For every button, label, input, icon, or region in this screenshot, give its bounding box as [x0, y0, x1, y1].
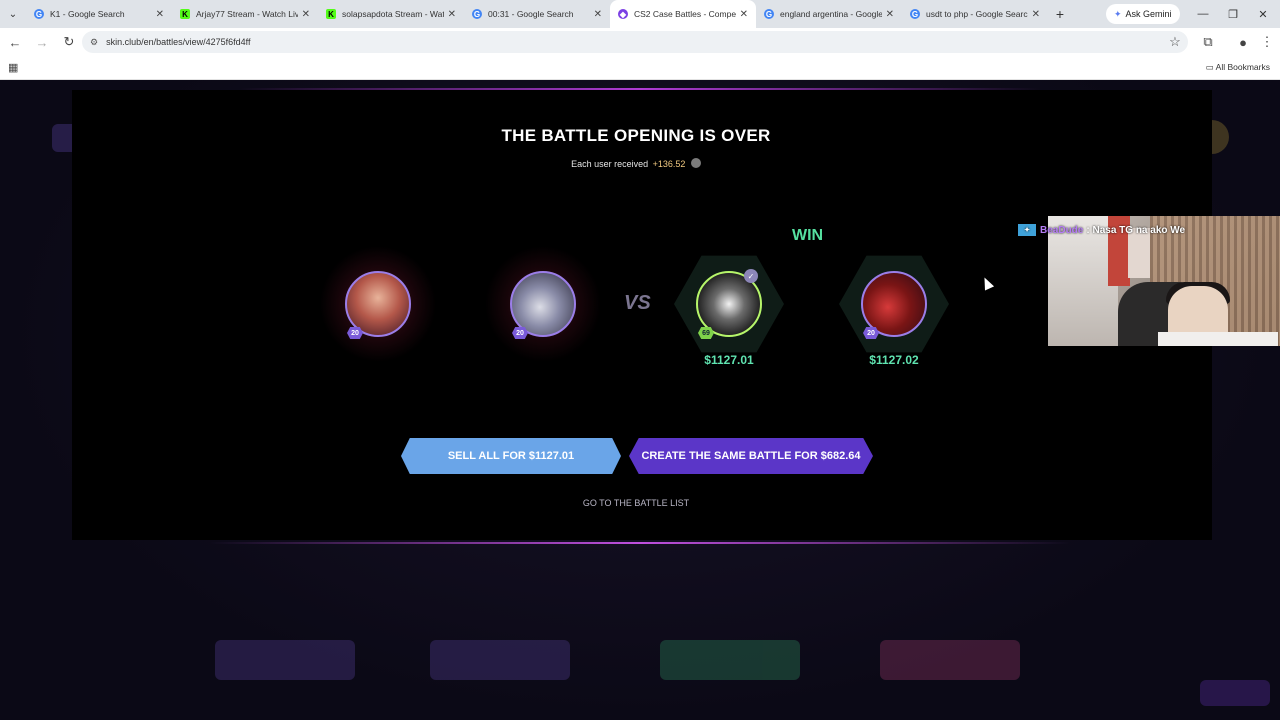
level-badge: 20	[512, 327, 528, 339]
tab-title: K1 - Google Search	[50, 9, 125, 19]
tab-title: solapsapdota Stream - Watch	[342, 9, 444, 19]
close-icon[interactable]: ✕	[302, 9, 310, 20]
modal-bottom-glow	[210, 542, 1070, 544]
browser-tab[interactable]: G england argentina - Google ✕	[756, 0, 902, 28]
ask-gemini-label: Ask Gemini	[1125, 9, 1172, 19]
tab-title: CS2 Case Battles - Compete	[634, 9, 736, 19]
coin-icon	[690, 158, 701, 168]
create-same-battle-button[interactable]: CREATE THE SAME BATTLE FOR $682.64	[629, 438, 873, 474]
close-icon[interactable]: ✕	[1032, 9, 1040, 20]
profile-avatar[interactable]: ●	[1231, 30, 1255, 54]
close-icon[interactable]: ✕	[886, 9, 894, 20]
reload-icon[interactable]: ↻	[57, 30, 81, 54]
battle-over-title: THE BATTLE OPENING IS OVER	[501, 126, 771, 145]
battle-received-text: Each user received +136.52	[0, 158, 1272, 169]
received-amount: +136.52	[652, 159, 686, 169]
tab-search-icon[interactable]: ⌄	[0, 0, 26, 28]
browser-tab-bar: ⌄ G K1 - Google Search ✕ K Arjay77 Strea…	[0, 0, 1280, 28]
tab-title: england argentina - Google	[780, 9, 882, 19]
tab-title: usdt to php - Google Search	[926, 9, 1028, 19]
google-g-icon: G	[472, 9, 482, 19]
level-badge: 69	[698, 327, 714, 339]
apps-grid-icon[interactable]: ▦	[8, 61, 18, 74]
kick-k-icon: K	[326, 9, 336, 19]
bookmarks-bar: ▦ ▭ All Bookmarks	[0, 56, 1280, 80]
player-avatar[interactable]: 20	[315, 241, 441, 367]
url-text: skin.club/en/battles/view/4275f6fd4ff	[106, 37, 251, 47]
forward-icon[interactable]: →	[30, 30, 54, 54]
close-icon[interactable]: ✕	[156, 9, 164, 20]
browser-tab[interactable]: K Arjay77 Stream - Watch Live ✕	[172, 0, 318, 28]
google-g-icon: G	[34, 9, 44, 19]
verified-check-icon: ✓	[744, 269, 758, 283]
win-label: WIN	[792, 227, 824, 244]
bookmark-star-icon[interactable]: ☆	[1163, 30, 1187, 54]
browser-tab[interactable]: G usdt to php - Google Search ✕	[902, 0, 1048, 28]
browser-tab[interactable]: G K1 - Google Search ✕	[26, 0, 172, 28]
close-icon[interactable]: ✕	[594, 9, 602, 20]
menu-kebab-icon[interactable]: ⋮	[1255, 30, 1279, 54]
close-icon[interactable]: ✕	[448, 9, 456, 20]
window-close-icon[interactable]: ✕	[1248, 0, 1278, 28]
chat-username: BeaDude	[1040, 224, 1084, 236]
extensions-icon[interactable]: ⧉	[1196, 30, 1220, 54]
recent-drops-blurred	[0, 630, 1280, 720]
address-bar: ← → ↻ ⚙ skin.club/en/battles/view/4275f6…	[0, 28, 1280, 56]
new-tab-button[interactable]: +	[1048, 6, 1072, 22]
google-g-icon: G	[910, 9, 920, 19]
stream-chat-message: ✦ BeaDude : Nasa TG na ako We	[1018, 222, 1185, 238]
player-prize: $1127.01	[704, 353, 754, 367]
vs-label: VS	[624, 292, 651, 314]
back-icon[interactable]: ←	[3, 30, 27, 54]
player-avatar-winner[interactable]: 69 ✓	[674, 255, 784, 353]
google-g-icon: G	[764, 9, 774, 19]
go-to-battle-list-link[interactable]: GO TO THE BATTLE LIST	[0, 498, 1272, 508]
browser-tab[interactable]: K solapsapdota Stream - Watch ✕	[318, 0, 464, 28]
browser-tab-active[interactable]: ◆ CS2 Case Battles - Compete ✕	[610, 0, 756, 28]
skinclub-icon: ◆	[618, 9, 628, 19]
all-bookmarks-label: All Bookmarks	[1215, 62, 1270, 72]
close-icon[interactable]: ✕	[740, 9, 748, 20]
chat-text: : Nasa TG na ako We	[1086, 224, 1186, 236]
all-bookmarks-link[interactable]: ▭ All Bookmarks	[1206, 62, 1270, 73]
tab-title: 00:31 - Google Search	[488, 9, 574, 19]
kick-k-icon: K	[180, 9, 190, 19]
browser-tab[interactable]: G 00:31 - Google Search ✕	[464, 0, 610, 28]
received-label: Each user received	[571, 159, 649, 169]
ask-gemini-button[interactable]: ✦ Ask Gemini	[1106, 4, 1180, 24]
player-avatar-winner[interactable]: 20	[839, 255, 949, 353]
modal-top-glow	[240, 88, 1040, 90]
level-badge: 20	[347, 327, 363, 339]
player-avatar[interactable]: 20	[480, 241, 606, 367]
level-badge: 20	[863, 327, 879, 339]
tab-title: Arjay77 Stream - Watch Live	[196, 9, 298, 19]
minimize-icon[interactable]: —	[1188, 0, 1218, 28]
sell-all-button[interactable]: SELL ALL FOR $1127.01	[401, 438, 621, 474]
url-field[interactable]: ⚙ skin.club/en/battles/view/4275f6fd4ff	[82, 31, 1188, 53]
site-info-icon[interactable]: ⚙	[90, 37, 98, 48]
gemini-star-icon: ✦	[1114, 8, 1122, 19]
chat-badge-icon: ✦	[1018, 224, 1036, 236]
restore-icon[interactable]: ❐	[1218, 0, 1248, 28]
player-prize: $1127.02	[869, 353, 919, 367]
